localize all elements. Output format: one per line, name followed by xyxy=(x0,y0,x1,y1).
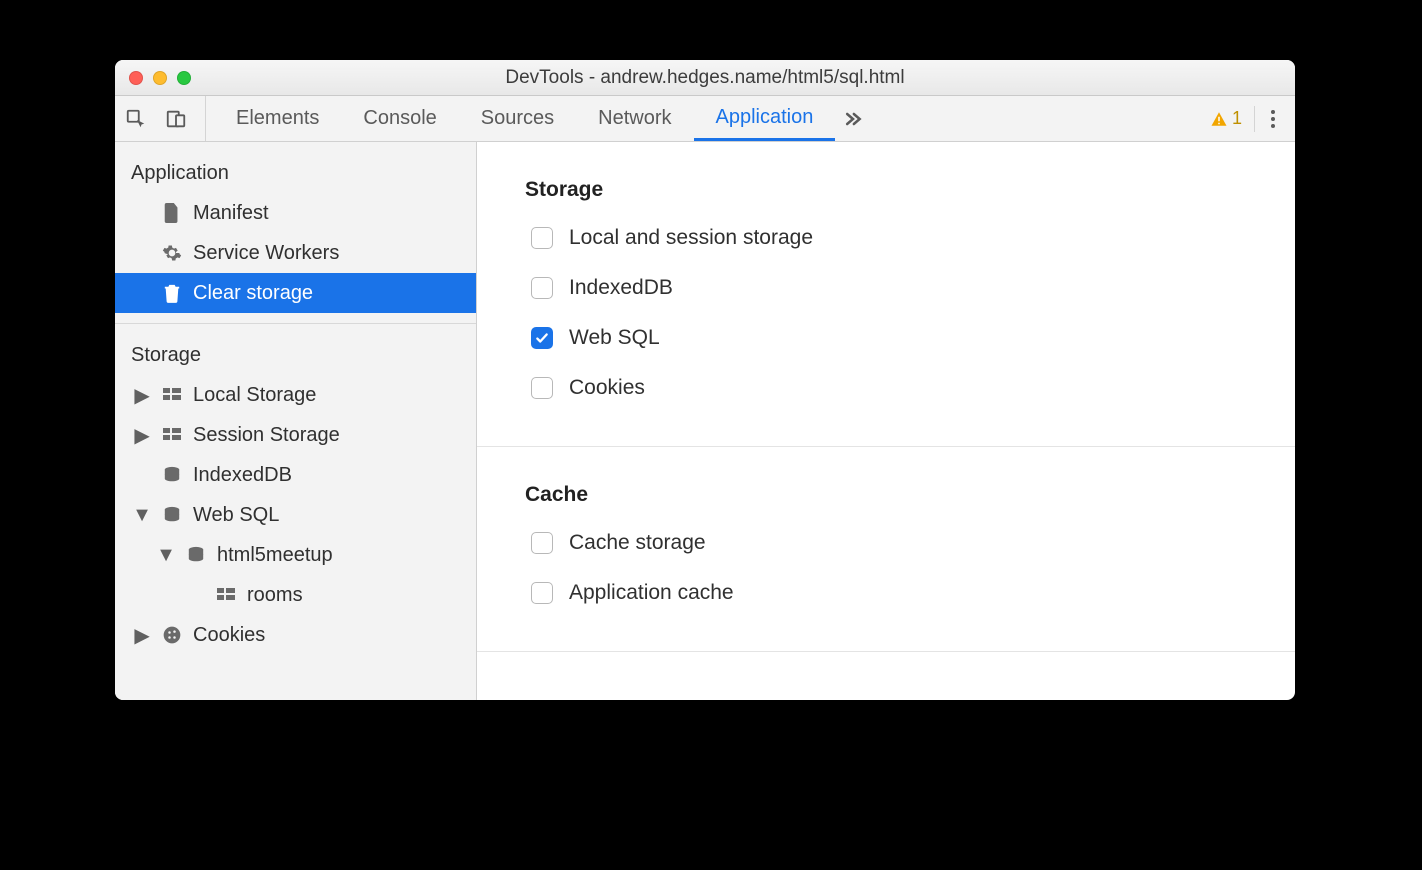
sidebar-separator xyxy=(115,323,476,324)
gear-icon xyxy=(161,243,183,263)
cookie-icon xyxy=(161,625,183,645)
sidebar-item-label: IndexedDB xyxy=(193,464,292,487)
option-indexeddb[interactable]: IndexedDB xyxy=(525,276,1247,300)
panel-body: Application Manifest Service Workers xyxy=(115,142,1295,700)
database-icon xyxy=(161,466,183,484)
sidebar-item-html5meetup[interactable]: ▼ html5meetup xyxy=(115,535,476,575)
chevron-down-icon[interactable]: ▼ xyxy=(159,544,173,567)
inspect-element-icon[interactable] xyxy=(125,108,147,130)
storage-section: Storage Local and session storage Indexe… xyxy=(477,142,1295,447)
trash-icon xyxy=(161,283,183,303)
cache-section-title: Cache xyxy=(525,483,1247,507)
sidebar-item-label: Session Storage xyxy=(193,424,340,447)
option-label: Cache storage xyxy=(569,531,706,555)
sidebar-item-label: html5meetup xyxy=(217,544,333,567)
sidebar-item-label: Local Storage xyxy=(193,384,316,407)
cache-section: Cache Cache storage Application cache xyxy=(477,447,1295,652)
option-local-session[interactable]: Local and session storage xyxy=(525,226,1247,250)
option-label: IndexedDB xyxy=(569,276,673,300)
devtools-toolbar: Elements Console Sources Network Applica… xyxy=(115,96,1295,142)
checkbox-unchecked-icon[interactable] xyxy=(531,532,553,554)
sidebar-section-storage: Storage xyxy=(115,334,476,375)
sidebar-item-label: rooms xyxy=(247,584,303,607)
tab-sources[interactable]: Sources xyxy=(459,96,576,141)
warnings-indicator[interactable]: 1 xyxy=(1210,108,1242,129)
grid-icon xyxy=(161,388,183,402)
separator xyxy=(1254,106,1255,132)
grid-icon xyxy=(161,428,183,442)
chevron-right-icon[interactable]: ▶ xyxy=(135,383,149,408)
option-label: Application cache xyxy=(569,581,734,605)
option-label: Web SQL xyxy=(569,326,660,350)
sidebar-item-label: Cookies xyxy=(193,624,265,647)
file-icon xyxy=(161,203,183,223)
main-panel: Storage Local and session storage Indexe… xyxy=(477,142,1295,700)
devtools-window: DevTools - andrew.hedges.name/html5/sql.… xyxy=(115,60,1295,700)
sidebar-item-indexeddb[interactable]: ▶ IndexedDB xyxy=(115,455,476,495)
chevron-right-icon[interactable]: ▶ xyxy=(135,623,149,648)
checkbox-unchecked-icon[interactable] xyxy=(531,277,553,299)
database-icon xyxy=(185,546,207,564)
sidebar-item-rooms[interactable]: ▶ rooms xyxy=(115,575,476,615)
tab-strip: Elements Console Sources Network Applica… xyxy=(214,96,863,141)
chevron-down-icon[interactable]: ▼ xyxy=(135,504,149,527)
close-window-button[interactable] xyxy=(129,71,143,85)
tab-console[interactable]: Console xyxy=(341,96,458,141)
toolbar-right-group: 1 xyxy=(1210,106,1285,132)
checkbox-unchecked-icon[interactable] xyxy=(531,227,553,249)
option-cookies[interactable]: Cookies xyxy=(525,376,1247,400)
window-controls xyxy=(115,71,191,85)
option-app-cache[interactable]: Application cache xyxy=(525,581,1247,605)
toolbar-left-group xyxy=(125,96,206,141)
sidebar-item-label: Clear storage xyxy=(193,282,313,305)
checkbox-unchecked-icon[interactable] xyxy=(531,582,553,604)
sidebar-item-local-storage[interactable]: ▶ Local Storage xyxy=(115,375,476,415)
tab-network[interactable]: Network xyxy=(576,96,693,141)
option-web-sql[interactable]: Web SQL xyxy=(525,326,1247,350)
sidebar-section-application: Application xyxy=(115,152,476,193)
sidebar-item-session-storage[interactable]: ▶ Session Storage xyxy=(115,415,476,455)
storage-section-title: Storage xyxy=(525,178,1247,202)
minimize-window-button[interactable] xyxy=(153,71,167,85)
sidebar-item-service-workers[interactable]: Service Workers xyxy=(115,233,476,273)
device-toggle-icon[interactable] xyxy=(165,108,187,130)
more-tabs-button[interactable] xyxy=(843,109,863,129)
chevron-right-icon[interactable]: ▶ xyxy=(135,423,149,448)
sidebar-item-label: Service Workers xyxy=(193,242,339,265)
sidebar-item-clear-storage[interactable]: Clear storage xyxy=(115,273,476,313)
settings-menu-button[interactable] xyxy=(1267,106,1279,132)
zoom-window-button[interactable] xyxy=(177,71,191,85)
checkbox-checked-icon[interactable] xyxy=(531,327,553,349)
application-sidebar: Application Manifest Service Workers xyxy=(115,142,477,700)
warning-count: 1 xyxy=(1232,108,1242,129)
option-label: Cookies xyxy=(569,376,645,400)
sidebar-item-label: Manifest xyxy=(193,202,269,225)
tab-application[interactable]: Application xyxy=(694,96,836,141)
option-label: Local and session storage xyxy=(569,226,813,250)
checkbox-unchecked-icon[interactable] xyxy=(531,377,553,399)
grid-icon xyxy=(215,588,237,602)
database-icon xyxy=(161,506,183,524)
tab-elements[interactable]: Elements xyxy=(214,96,341,141)
option-cache-storage[interactable]: Cache storage xyxy=(525,531,1247,555)
titlebar: DevTools - andrew.hedges.name/html5/sql.… xyxy=(115,60,1295,96)
sidebar-item-cookies[interactable]: ▶ Cookies xyxy=(115,615,476,655)
window-title: DevTools - andrew.hedges.name/html5/sql.… xyxy=(115,67,1295,89)
sidebar-item-manifest[interactable]: Manifest xyxy=(115,193,476,233)
sidebar-item-label: Web SQL xyxy=(193,504,279,527)
sidebar-item-web-sql[interactable]: ▼ Web SQL xyxy=(115,495,476,535)
